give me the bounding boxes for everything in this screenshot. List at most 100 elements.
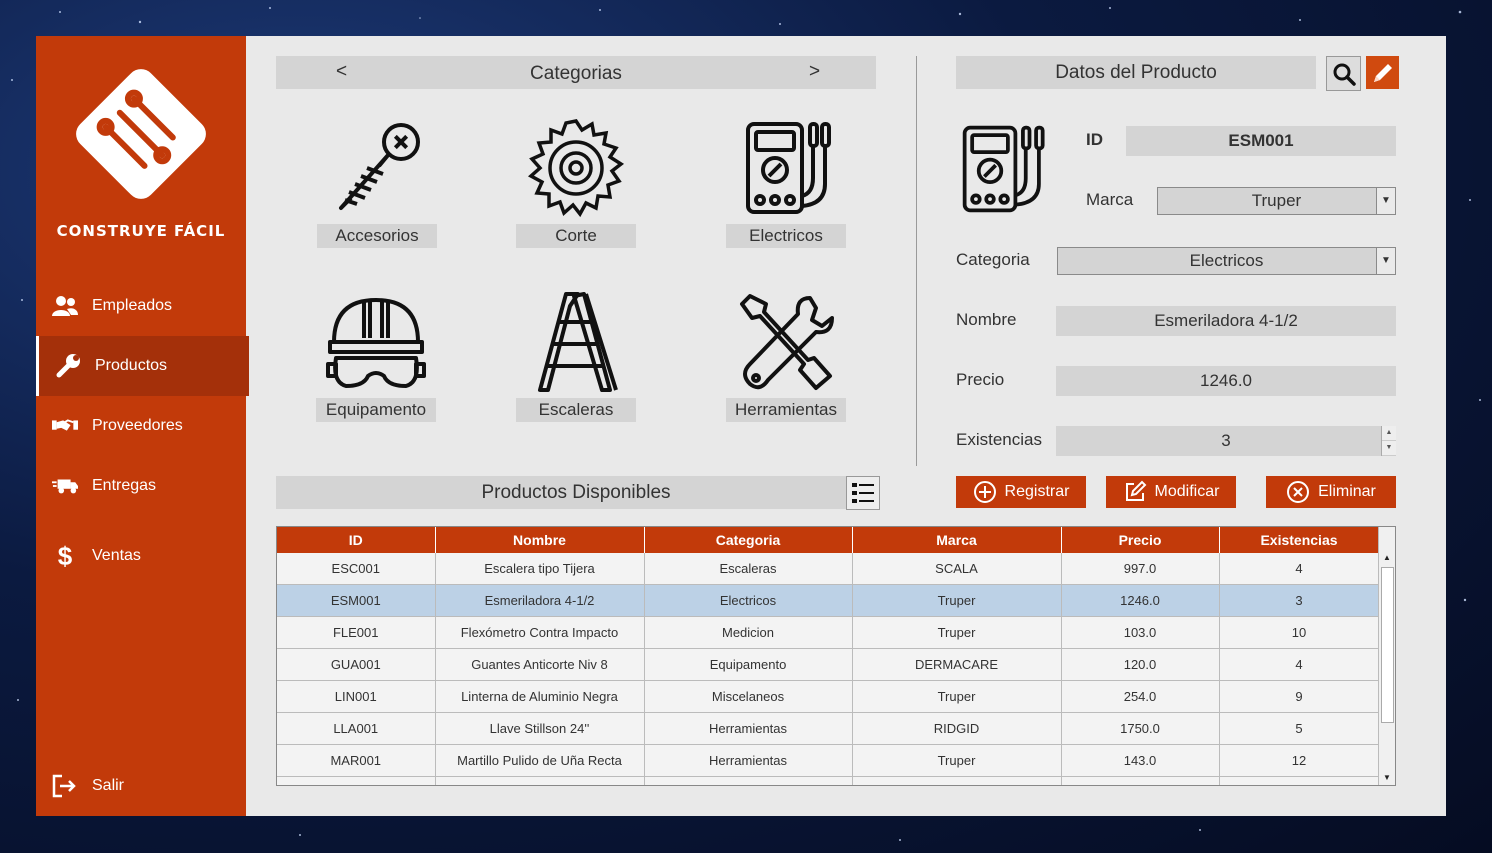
table-cell: 10 [1219,616,1380,649]
table-header-row: ID Nombre Categoria Marca Precio Existen… [277,527,1380,553]
next-category-button[interactable]: > [809,61,820,83]
sidebar-item-label: Entregas [92,477,157,494]
products-table: ID Nombre Categoria Marca Precio Existen… [276,526,1396,786]
exit-button[interactable]: Salir [36,756,246,816]
table-row[interactable]: GUA001 Guantes Anticorte Niv 8 Equipamento… [277,648,1380,681]
nombre-field[interactable]: Esmeriladora 4-1/2 [1056,306,1396,336]
spin-up-icon[interactable]: ▲ [1382,426,1396,441]
products-header: Productos Disponibles [276,476,880,510]
column-header[interactable]: ID [277,527,436,553]
category-equipamento[interactable]: Equipamento [315,292,437,422]
search-button[interactable] [1326,56,1361,91]
table-row[interactable]: FLE001 Flexómetro Contra Impacto Medicion T… [277,616,1380,649]
table-cell: Esmeriladora 4-1/2 [435,584,645,617]
selected-product-multimeter-icon [962,125,1045,213]
table-cell: 9 [1219,680,1380,713]
edit-button[interactable] [1366,56,1399,89]
brand-name: CONSTRUYE FÁCIL [56,222,226,240]
register-button[interactable]: Registrar [956,476,1086,508]
precio-field[interactable]: 1246.0 [1056,366,1396,396]
category-label: Electricos [726,224,846,248]
categories-header: < Categorias > [276,56,876,89]
sidebar-item-label: Proveedores [92,417,183,434]
sidebar-item-productos[interactable]: Productos [36,336,249,396]
table-cell: Linterna de Aluminio Negra [435,680,645,713]
exit-label: Salir [92,777,125,794]
delete-button[interactable]: Eliminar [1266,476,1396,508]
table-cell: LIN001 [277,680,436,713]
precio-label: Precio [956,370,1005,389]
table-cell: 12 [1219,744,1380,777]
category-accesorios[interactable]: Accesorios [316,118,438,248]
table-row[interactable]: LLA001 Llave Stillson 24'' Herramientas RID… [277,712,1380,745]
table-cell: SCALA [852,553,1062,585]
table-cell: GUA001 [277,648,436,681]
table-cell: 103.0 [1061,616,1220,649]
column-header[interactable]: Marca [852,527,1062,553]
chevron-down-icon[interactable]: ▼ [1376,188,1395,214]
tools-logo-icon [76,69,206,199]
table-row[interactable]: LIN001 Linterna de Aluminio Negra Miscelan… [277,680,1380,713]
category-label: Equipamento [316,398,436,422]
table-cell: DERMACARE [852,648,1062,681]
column-header[interactable]: Existencias [1219,527,1380,553]
table-cell: Electricos [644,584,853,617]
scroll-up-icon[interactable]: ▲ [1379,551,1395,565]
table-cell: 254.0 [1061,680,1220,713]
scrollbar-thumb[interactable] [1381,567,1394,723]
table-cell: 10 [1219,776,1380,785]
wrench-screwdriver-icon [740,294,834,390]
table-cell: Flexómetro Contra Impacto [435,616,645,649]
categoria-select[interactable]: Electricos ▼ [1057,247,1396,275]
table-scrollbar[interactable]: ▲ ▼ [1378,527,1395,785]
marca-label: Marca [1086,190,1134,209]
table-cell: Truper [852,584,1062,617]
sidebar-item-ventas[interactable]: $ Ventas [36,526,246,586]
list-view-button[interactable] [846,476,880,510]
table-row[interactable]: ESM001 Esmeriladora 4-1/2 Electricos Truper… [277,584,1380,617]
modify-button[interactable]: Modificar [1106,476,1236,508]
category-herramientas[interactable]: Herramientas [725,292,847,422]
sidebar-item-proveedores[interactable]: Proveedores [36,396,246,456]
categoria-label: Categoria [956,250,1030,269]
saw-blade-icon [527,119,625,218]
table-cell: 997.0 [1061,553,1220,585]
dollar-icon: $ [57,540,73,571]
logout-icon [52,773,78,799]
marca-select[interactable]: Truper ▼ [1157,187,1396,215]
column-header[interactable]: Categoria [644,527,853,553]
id-field[interactable]: ESM001 [1126,126,1396,156]
sidebar-item-label: Productos [95,357,168,374]
table-cell: 120.0 [1061,648,1220,681]
table-cell: Guantes Anticorte Niv 8 [435,648,645,681]
table-cell: Llave Stillson 24'' [435,712,645,745]
scroll-down-icon[interactable]: ▼ [1379,771,1395,785]
table-cell: Escalera tipo Tijera [435,553,645,585]
table-row[interactable]: ESC001 Escalera tipo Tijera Escaleras SCALA… [277,553,1380,585]
products-title: Productos Disponibles [481,482,671,503]
screw-icon [339,123,420,210]
nombre-label: Nombre [956,310,1017,329]
category-escaleras[interactable]: Escaleras [515,292,637,422]
spinner-buttons[interactable]: ▲ ▼ [1381,426,1396,456]
table-cell: RIDGID [852,712,1062,745]
search-icon [1333,63,1356,86]
marca-value: Truper [1251,191,1302,210]
column-header[interactable]: Precio [1061,527,1220,553]
table-cell: 143.0 [1061,744,1220,777]
sidebar-item-empleados[interactable]: Empleados [36,276,246,336]
app-window: CONSTRUYE FÁCIL Empleados Productos Prov… [36,36,1446,816]
spin-down-icon[interactable]: ▼ [1382,441,1396,456]
category-electricos[interactable]: Electricos [725,118,847,248]
table-cell: Truper [852,776,1062,785]
table-row[interactable]: NAV001Navaja Metálica 6'CorteTruper62.01… [277,776,1380,785]
table-cell: 1246.0 [1061,584,1220,617]
table-row[interactable]: MAR001 Martillo Pulido de Uña Recta Herram… [277,744,1380,777]
sidebar-item-entregas[interactable]: Entregas [36,456,246,516]
multimeter-icon [746,122,831,214]
table-cell: Medicion [644,616,853,649]
column-header[interactable]: Nombre [435,527,645,553]
category-corte[interactable]: Corte [515,118,637,248]
chevron-down-icon[interactable]: ▼ [1376,248,1395,274]
existencias-spinner[interactable]: 3 ▲ ▼ [1056,426,1396,456]
